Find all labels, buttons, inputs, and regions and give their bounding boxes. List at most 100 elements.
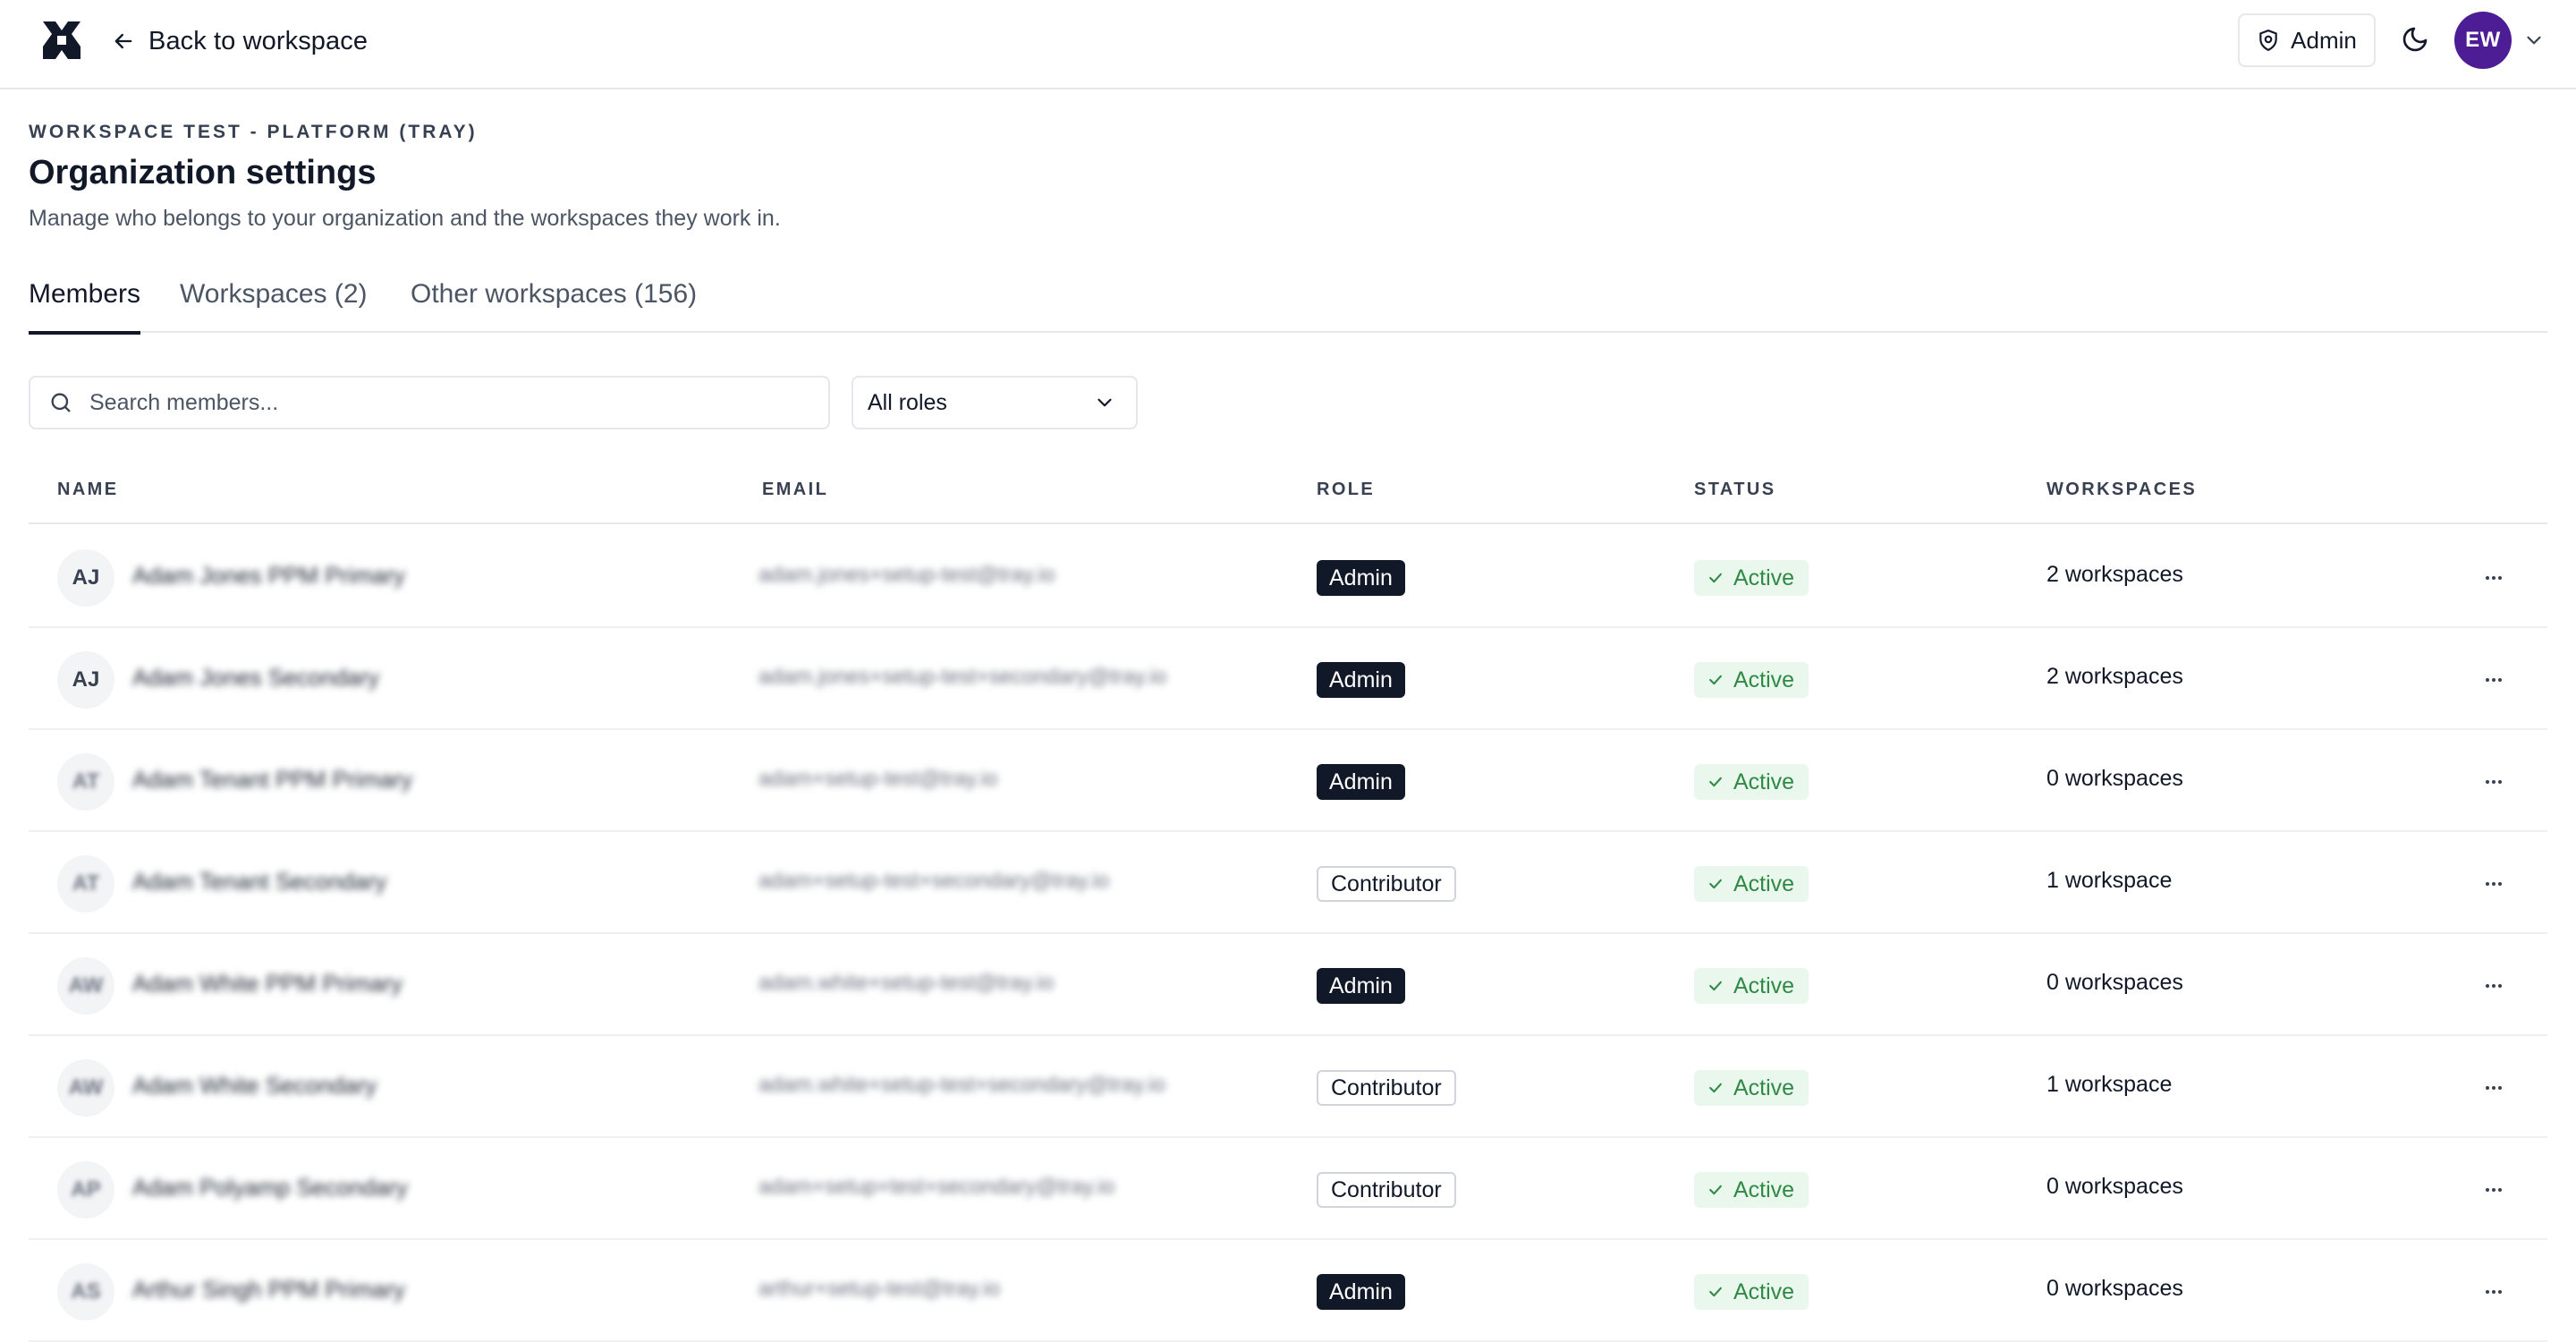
status-badge: Active	[1694, 1274, 1809, 1310]
member-name: Adam White PPM Primary	[132, 970, 402, 997]
member-initials: AT	[72, 769, 100, 794]
role-badge: Contributor	[1317, 1172, 1456, 1208]
table-row: AT Adam Tenant PPM Primary adam+setup-test…	[29, 730, 2547, 832]
member-email: adam.jones+setup-test@tray.io	[758, 563, 1055, 587]
member-workspaces: 2 workspaces	[2046, 562, 2183, 587]
member-name: Adam Tenant PPM Primary	[132, 766, 413, 793]
status-badge: Active	[1694, 1070, 1809, 1106]
column-header-name: NAME	[57, 480, 119, 499]
workspace-eyebrow: WORKSPACE TEST - PLATFORM (TRAY)	[29, 122, 478, 142]
more-horizontal-icon	[2486, 984, 2502, 988]
search-members-input[interactable]	[89, 389, 805, 416]
more-horizontal-icon	[2486, 1188, 2502, 1192]
role-filter-value: All roles	[868, 389, 947, 415]
check-icon	[1709, 981, 1722, 991]
status-label: Active	[1733, 1074, 1795, 1100]
back-to-workspace-link[interactable]: Back to workspace	[111, 25, 368, 57]
page-subtitle: Manage who belongs to your organization …	[29, 206, 781, 231]
member-workspaces: 2 workspaces	[2046, 664, 2183, 689]
member-email: adam.white+setup-test+secondary@tray.io	[758, 1073, 1165, 1097]
check-icon	[1709, 675, 1722, 685]
role-badge: Admin	[1317, 1274, 1405, 1310]
member-email: adam.white+setup-test@tray.io	[758, 971, 1055, 995]
role-badge: Admin	[1317, 764, 1405, 800]
row-actions-button[interactable]	[2478, 1072, 2510, 1104]
member-name: Adam Tenant Secondary	[132, 868, 387, 895]
app-logo-icon[interactable]	[39, 20, 84, 61]
check-icon	[1709, 1287, 1722, 1297]
member-name: Arthur Singh PPM Primary	[132, 1276, 405, 1303]
role-badge: Contributor	[1317, 1070, 1456, 1106]
role-badge: Admin	[1317, 560, 1405, 596]
row-actions-button[interactable]	[2478, 868, 2510, 900]
row-actions-button[interactable]	[2478, 664, 2510, 696]
member-avatar: AP	[57, 1161, 114, 1219]
member-initials: AW	[68, 1075, 104, 1100]
member-avatar: AT	[57, 855, 114, 913]
dark-mode-toggle-icon[interactable]	[2401, 25, 2429, 54]
member-email: arthur+setup-test@tray.io	[758, 1277, 1001, 1301]
more-horizontal-icon	[2486, 882, 2502, 886]
table-row: AW Adam White Secondary adam.white+setup-t…	[29, 1036, 2547, 1138]
tab-other-workspaces[interactable]: Other workspaces (156)	[411, 279, 697, 333]
table-row: AW Adam White PPM Primary adam.white+setup…	[29, 934, 2547, 1036]
role-filter-select[interactable]: All roles	[852, 376, 1138, 429]
column-header-status: STATUS	[1694, 480, 1776, 499]
member-workspaces: 0 workspaces	[2046, 766, 2183, 791]
row-actions-button[interactable]	[2478, 562, 2510, 594]
member-initials: AJ	[72, 667, 100, 692]
member-initials: AW	[68, 973, 104, 998]
row-actions-button[interactable]	[2478, 1276, 2510, 1308]
member-email: adam.jones+setup-test+secondary@tray.io	[758, 665, 1167, 689]
table-row: AS Arthur Singh PPM Primary arthur+setup-t…	[29, 1240, 2547, 1342]
tab-workspaces[interactable]: Workspaces (2)	[180, 279, 368, 333]
role-badge: Admin	[1317, 968, 1405, 1004]
table-row: AJ Adam Jones Secondary adam.jones+setup-t…	[29, 628, 2547, 730]
check-icon	[1709, 573, 1722, 583]
member-email: adam+setup-test+secondary@tray.io	[758, 869, 1110, 893]
column-header-email: EMAIL	[762, 480, 829, 499]
column-header-workspaces: WORKSPACES	[2046, 480, 2198, 499]
member-workspaces: 1 workspace	[2046, 868, 2173, 893]
member-initials: AS	[71, 1279, 101, 1304]
member-avatar: AJ	[57, 549, 114, 607]
more-horizontal-icon	[2486, 1086, 2502, 1090]
table-row: AP Adam Polyamp Secondary adam+setup+test+…	[29, 1138, 2547, 1240]
settings-tabs: Members Workspaces (2) Other workspaces …	[29, 268, 2547, 335]
user-avatar[interactable]: EW	[2454, 12, 2512, 69]
member-workspaces: 1 workspace	[2046, 1072, 2173, 1097]
table-row: AT Adam Tenant Secondary adam+setup-test+s…	[29, 832, 2547, 934]
status-label: Active	[1733, 565, 1795, 590]
status-label: Active	[1733, 769, 1795, 794]
more-horizontal-icon	[2486, 780, 2502, 784]
member-avatar: AS	[57, 1263, 114, 1321]
row-actions-button[interactable]	[2478, 766, 2510, 798]
status-label: Active	[1733, 667, 1795, 692]
row-actions-button[interactable]	[2478, 1174, 2510, 1206]
status-label: Active	[1733, 973, 1795, 998]
member-workspaces: 0 workspaces	[2046, 1276, 2183, 1301]
page-title: Organization settings	[29, 154, 377, 191]
search-icon	[51, 393, 71, 412]
status-label: Active	[1733, 1176, 1795, 1202]
search-box	[29, 376, 830, 429]
status-label: Active	[1733, 871, 1795, 896]
member-email: adam+setup-test@tray.io	[758, 767, 998, 791]
table-row: AJ Adam Jones PPM Primary adam.jones+setup…	[29, 526, 2547, 628]
chevron-down-icon[interactable]	[2522, 29, 2546, 52]
top-bar: Back to workspace Admin EW	[0, 0, 2576, 89]
member-name: Adam Jones Secondary	[132, 664, 380, 691]
member-name: Adam White Secondary	[132, 1072, 377, 1099]
member-initials: AP	[71, 1177, 101, 1202]
member-name: Adam Polyamp Secondary	[132, 1174, 408, 1201]
member-avatar: AW	[57, 1059, 114, 1117]
admin-button[interactable]: Admin	[2238, 13, 2376, 67]
role-badge: Admin	[1317, 662, 1405, 698]
tab-members[interactable]: Members	[29, 279, 141, 335]
member-name: Adam Jones PPM Primary	[132, 562, 405, 589]
back-to-workspace-label: Back to workspace	[148, 26, 369, 55]
more-horizontal-icon	[2486, 678, 2502, 682]
status-badge: Active	[1694, 968, 1809, 1004]
row-actions-button[interactable]	[2478, 970, 2510, 1002]
user-avatar-initials: EW	[2465, 28, 2501, 52]
